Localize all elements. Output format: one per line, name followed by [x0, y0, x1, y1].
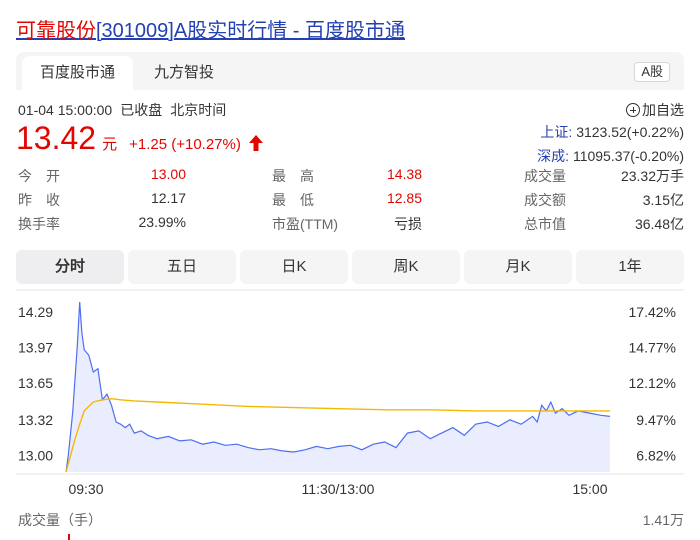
- index-value: 11095.37(-0.20%): [572, 148, 684, 164]
- add-watchlist-button[interactable]: 加自选: [626, 100, 684, 120]
- intraday-chart-svg: 14.29 13.97 13.65 13.32 13.00 17.42% 14.77% 12.…: [16, 289, 684, 496]
- stat-value: 23.99%: [138, 214, 186, 230]
- y-tick-label: 13.65: [18, 375, 53, 391]
- stat-label: 成交额: [524, 192, 566, 208]
- stat-prev-close: 昨 收 12.17: [18, 190, 186, 210]
- y-right-tick-label: 9.47%: [636, 412, 676, 428]
- market-badge[interactable]: A股: [634, 62, 670, 82]
- tab-weekly-k[interactable]: 周K: [352, 250, 460, 284]
- stat-market-cap: 总市值 36.48亿: [524, 214, 684, 234]
- current-price: 13.42: [16, 120, 97, 156]
- stock-name: 可靠股份: [16, 20, 96, 42]
- index-shenzhen[interactable]: 深成: 11095.37(-0.20%): [537, 146, 684, 166]
- stat-label: 成交量: [524, 168, 566, 184]
- stat-open: 今 开 13.00: [18, 166, 186, 186]
- tab-jiufang[interactable]: 九方智投: [136, 56, 232, 90]
- plus-circle-icon: [626, 103, 640, 117]
- stat-value: 13.00: [150, 166, 186, 182]
- y-right-tick-label: 14.77%: [629, 340, 676, 356]
- stat-label: 市盈(TTM): [272, 216, 339, 232]
- index-label: 上证:: [540, 124, 573, 140]
- tab-daily-k[interactable]: 日K: [240, 250, 348, 284]
- arrow-up-icon: [248, 135, 263, 151]
- price-unit: 元: [102, 136, 118, 153]
- stock-code: [301009]: [96, 20, 174, 42]
- tab-baidu-stock[interactable]: 百度股市通: [22, 56, 134, 90]
- quote-time-info: 01-04 15:00:00 已收盘 北京时间: [18, 100, 234, 120]
- intraday-chart[interactable]: 14.29 13.97 13.65 13.32 13.00 17.42% 14.77% 12.…: [0, 286, 700, 496]
- index-label: 深成:: [537, 148, 570, 164]
- x-tick-label: 11:30/13:00: [302, 481, 375, 496]
- stat-value: 12.17: [150, 190, 186, 206]
- stat-value: 亏损: [394, 216, 422, 232]
- tab-one-year[interactable]: 1年: [576, 250, 684, 284]
- stat-turnover-rate: 换手率 23.99%: [18, 214, 186, 234]
- price-row: 13.42 元 +1.25 (+10.27%): [16, 120, 263, 157]
- y-right-tick-label: 17.42%: [629, 304, 676, 320]
- stat-label: 昨 收: [18, 192, 60, 208]
- price-change: +1.25 (+10.27%): [129, 136, 241, 153]
- y-right-tick-label: 6.82%: [636, 447, 676, 463]
- x-tick-label: 15:00: [572, 481, 607, 496]
- y-tick-label: 13.32: [18, 412, 53, 428]
- quote-datetime: 01-04 15:00:00: [18, 102, 113, 118]
- index-shanghai[interactable]: 上证: 3123.52(+0.22%): [540, 122, 684, 142]
- stat-value: 36.48亿: [634, 216, 684, 232]
- market-status: 已收盘: [120, 102, 163, 118]
- volume-label: 成交量（手）: [18, 512, 102, 528]
- stat-value: 3.15亿: [642, 192, 684, 208]
- x-tick-label: 09:30: [68, 481, 103, 496]
- stat-value: 12.85: [386, 190, 422, 206]
- stat-turnover: 成交额 3.15亿: [524, 190, 684, 210]
- volume-bar: [68, 534, 70, 540]
- stat-label: 最 高: [272, 168, 314, 184]
- tab-intraday[interactable]: 分时: [16, 250, 124, 284]
- y-tick-label: 14.29: [18, 304, 53, 320]
- timezone-label: 北京时间: [170, 102, 227, 118]
- stat-value: 23.32万手: [620, 168, 684, 184]
- volume-max: 1.41万: [642, 512, 684, 528]
- tab-five-day[interactable]: 五日: [128, 250, 236, 284]
- stat-label: 换手率: [18, 216, 60, 232]
- title-rest: A股实时行情 - 百度股市通: [173, 20, 405, 42]
- source-tab-bar: 百度股市通 九方智投 A股: [16, 52, 684, 90]
- y-tick-label: 13.00: [18, 447, 53, 463]
- stat-label: 今 开: [18, 168, 60, 184]
- y-right-tick-label: 12.12%: [629, 375, 676, 391]
- y-tick-label: 13.97: [18, 340, 53, 356]
- add-watchlist-label: 加自选: [642, 102, 684, 118]
- stat-pe-ttm: 市盈(TTM) 亏损: [272, 214, 422, 234]
- stat-value: 14.38: [386, 166, 422, 182]
- stat-high: 最 高 14.38: [272, 166, 422, 186]
- stat-label: 最 低: [272, 192, 314, 208]
- tab-monthly-k[interactable]: 月K: [464, 250, 572, 284]
- stat-volume: 成交量 23.32万手: [524, 166, 684, 186]
- page-title-link[interactable]: 可靠股份[301009]A股实时行情 - 百度股市通: [16, 14, 405, 43]
- stat-low: 最 低 12.85: [272, 190, 422, 210]
- index-value: 3123.52(+0.22%): [576, 124, 684, 140]
- period-tab-bar: 分时 五日 日K 周K 月K 1年: [16, 250, 684, 284]
- stat-label: 总市值: [524, 216, 566, 232]
